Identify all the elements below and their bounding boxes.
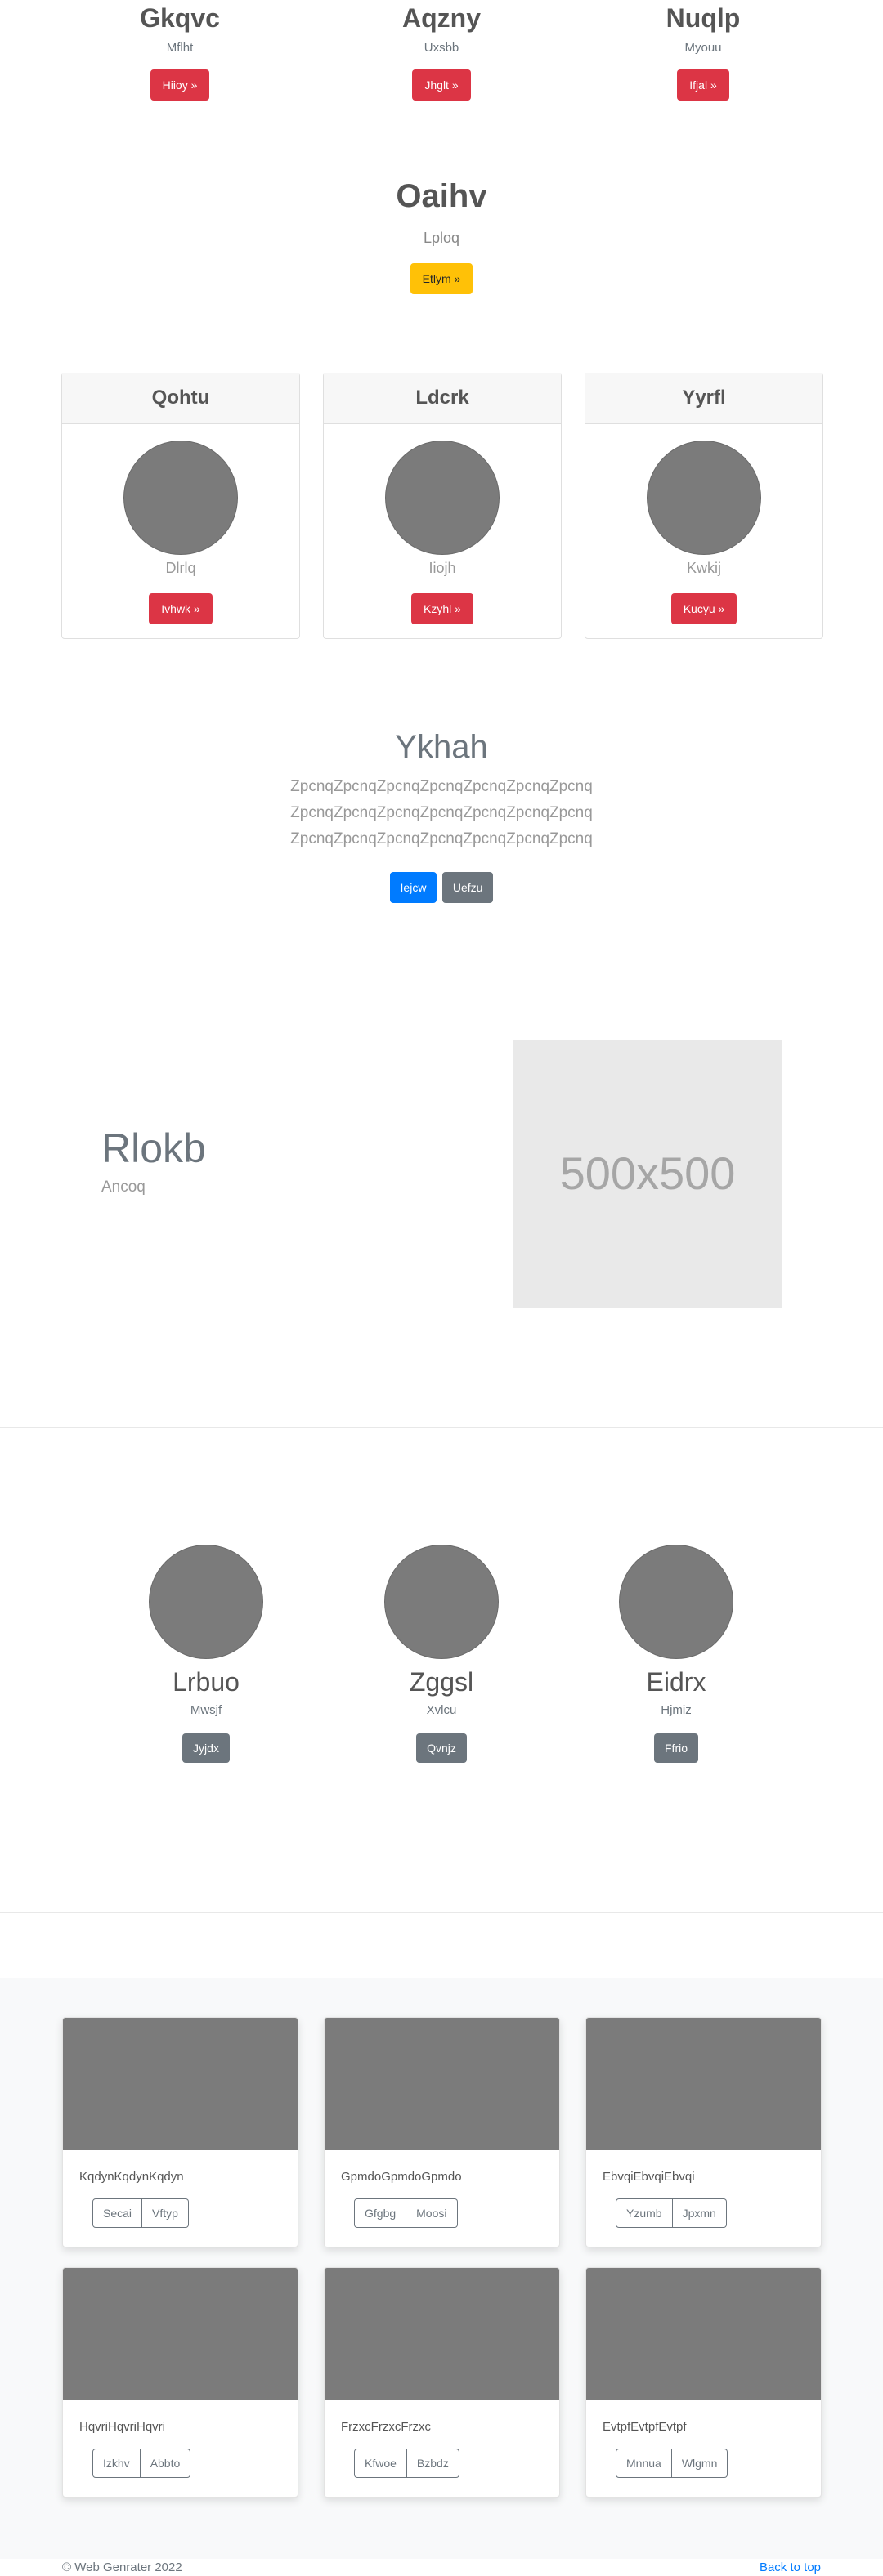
album-thumbnail (63, 2018, 298, 2150)
card-header: Ldcrk (324, 373, 561, 424)
album-card: KqdynKqdynKqdyn Secai Vftyp (62, 2017, 298, 2247)
top-col-2: Aqzny Uxsbb Jhglt » (319, 0, 564, 101)
card-text: Kwkij (686, 560, 721, 576)
team-sub: Hjmiz (661, 1703, 692, 1717)
card-header: Qohtu (62, 373, 299, 424)
album-button-group: Secai Vftyp (92, 2198, 189, 2228)
team-avatar (149, 1545, 263, 1659)
card-button[interactable]: Kucyu » (670, 593, 737, 624)
album-button-edit[interactable]: Wlgmn (671, 2449, 728, 2478)
album-thumbnail (325, 2018, 559, 2150)
hero-button[interactable]: Etlym » (410, 263, 473, 294)
album-button-group: Mnnua Wlgmn (616, 2449, 728, 2478)
card-image (385, 441, 500, 555)
album-button-view[interactable]: Izkhv (92, 2449, 141, 2478)
top-col-title: Nuqlp (666, 3, 741, 33)
album-button-group: Izkhv Abbto (92, 2449, 191, 2478)
jumbotron-text: ZpcnqZpcnqZpcnqZpcnqZpcnqZpcnqZpcnq (290, 830, 593, 847)
album-button-group: Kfwoe Bzbdz (354, 2449, 459, 2478)
album-card-text: EvtpfEvtpfEvtpf (603, 2420, 687, 2434)
album-thumbnail (63, 2268, 298, 2400)
jumbotron-text: ZpcnqZpcnqZpcnqZpcnqZpcnqZpcnqZpcnq (290, 804, 593, 821)
team-name: Zggsl (409, 1667, 474, 1697)
album-thumbnail (325, 2268, 559, 2400)
feature-card: Yyrfl Kwkij Kucyu » (585, 373, 823, 639)
album-button-edit[interactable]: Moosi (406, 2198, 458, 2228)
card-button[interactable]: Ivhwk » (149, 593, 213, 624)
feature-image-placeholder: 500x500 (513, 1040, 782, 1308)
hero-section: Oaihv Lploq Etlym » (0, 178, 883, 294)
top-col-button[interactable]: Jhglt » (412, 69, 471, 101)
team-member: Lrbuo Mwsjf Jyjdx (108, 1545, 304, 1763)
jumbotron-title: Ykhah (395, 729, 488, 765)
album-card-text: GpmdoGpmdoGpmdo (341, 2170, 462, 2184)
album-card: EbvqiEbvqiEbvqi Yzumb Jpxmn (585, 2017, 822, 2247)
album-card-text: HqvriHqvriHqvri (79, 2420, 166, 2434)
team-button[interactable]: Qvnjz (416, 1733, 467, 1763)
hero-title: Oaihv (396, 178, 487, 214)
jumbotron-text: ZpcnqZpcnqZpcnqZpcnqZpcnqZpcnqZpcnq (290, 778, 593, 795)
top-col-title: Aqzny (402, 3, 481, 33)
album-card: EvtpfEvtpfEvtpf Mnnua Wlgmn (585, 2267, 822, 2498)
album-button-view[interactable]: Mnnua (616, 2449, 672, 2478)
jumbotron-section: Ykhah ZpcnqZpcnqZpcnqZpcnqZpcnqZpcnqZpcn… (0, 729, 883, 903)
album-section: KqdynKqdynKqdyn Secai Vftyp GpmdoGpmdoGp… (0, 1978, 883, 2559)
album-button-view[interactable]: Secai (92, 2198, 143, 2228)
feature-title: Rlokb (101, 1125, 206, 1171)
team-name: Eidrx (646, 1667, 706, 1697)
footer-copyright: © Web Genrater 2022 (62, 2560, 182, 2574)
album-button-edit[interactable]: Vftyp (142, 2198, 189, 2228)
card-header: Yyrfl (585, 373, 822, 424)
secondary-button[interactable]: Uefzu (441, 872, 494, 903)
album-card-text: FrzxcFrzxcFrzxc (341, 2420, 431, 2434)
team-member: Eidrx Hjmiz Ffrio (578, 1545, 774, 1763)
team-sub: Xvlcu (426, 1703, 457, 1717)
top-col-3: Nuqlp Myouu Ifjal » (580, 0, 826, 101)
album-button-edit[interactable]: Abbto (140, 2449, 191, 2478)
feature-subtitle: Ancoq (101, 1178, 146, 1196)
primary-button[interactable]: Iejcw (389, 872, 437, 903)
album-button-view[interactable]: Kfwoe (354, 2449, 407, 2478)
card-image (647, 441, 761, 555)
feature-card: Ldcrk Iiojh Kzyhl » (323, 373, 562, 639)
footer: © Web Genrater 2022 Back to top (0, 2559, 883, 2576)
album-button-view[interactable]: Gfgbg (354, 2198, 407, 2228)
album-button-edit[interactable]: Bzbdz (406, 2449, 459, 2478)
divider (0, 1427, 883, 1428)
divider (0, 1912, 883, 1913)
team-avatar (619, 1545, 733, 1659)
team-avatar (384, 1545, 499, 1659)
back-to-top-link[interactable]: Back to top (760, 2559, 821, 2576)
team-name: Lrbuo (173, 1667, 240, 1697)
team-button[interactable]: Jyjdx (182, 1733, 230, 1763)
card-image (123, 441, 238, 555)
top-col-sub: Myouu (684, 41, 722, 55)
card-text: Dlrlq (165, 560, 196, 576)
album-card-text: EbvqiEbvqiEbvqi (603, 2170, 695, 2184)
album-button-view[interactable]: Yzumb (616, 2198, 673, 2228)
album-thumbnail (586, 2268, 821, 2400)
album-button-group: Yzumb Jpxmn (616, 2198, 727, 2228)
album-card: HqvriHqvriHqvri Izkhv Abbto (62, 2267, 298, 2498)
album-card: FrzxcFrzxcFrzxc Kfwoe Bzbdz (324, 2267, 560, 2498)
feature-text: Rlokb Ancoq (101, 1125, 206, 1196)
hero-subtitle: Lploq (423, 230, 460, 246)
team-sub: Mwsjf (190, 1703, 222, 1717)
top-col-1: Gkqvc Mflht Hiioy » (57, 0, 303, 101)
team-member: Zggsl Xvlcu Qvnjz (343, 1545, 540, 1763)
top-col-sub: Uxsbb (424, 41, 459, 55)
feature-card: Qohtu Dlrlq Ivhwk » (61, 373, 300, 639)
card-button[interactable]: Kzyhl » (411, 593, 473, 624)
album-card-text: KqdynKqdynKqdyn (79, 2170, 184, 2184)
album-card: GpmdoGpmdoGpmdo Gfgbg Moosi (324, 2017, 560, 2247)
top-col-button[interactable]: Ifjal » (677, 69, 729, 101)
top-col-title: Gkqvc (140, 3, 220, 33)
album-button-group: Gfgbg Moosi (354, 2198, 458, 2228)
team-button[interactable]: Ffrio (654, 1733, 698, 1763)
top-col-button[interactable]: Hiioy » (150, 69, 210, 101)
album-button-edit[interactable]: Jpxmn (672, 2198, 727, 2228)
card-text: Iiojh (428, 560, 456, 576)
album-thumbnail (586, 2018, 821, 2150)
top-col-sub: Mflht (166, 41, 194, 55)
